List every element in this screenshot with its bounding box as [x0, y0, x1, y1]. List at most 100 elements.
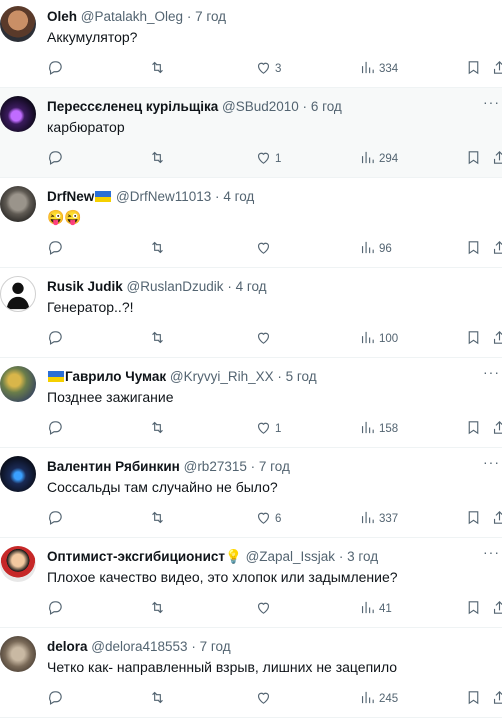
author-name[interactable]: DrfNew	[47, 189, 94, 204]
retweet-icon	[149, 59, 166, 79]
action-bar: 6 337	[47, 509, 502, 529]
reply-item[interactable]: ··· Оптимист-эксгибиционист💡 @Zapal_Issj…	[0, 538, 502, 628]
author-handle[interactable]: @delora418553	[91, 639, 187, 654]
views-button[interactable]: 334	[359, 59, 398, 79]
author-name[interactable]: Перессєленец курільщіка	[47, 99, 218, 114]
timestamp[interactable]: 7 год	[259, 459, 290, 474]
author-handle[interactable]: @Patalakh_Oleg	[81, 9, 183, 24]
retweet-button[interactable]	[149, 419, 166, 439]
timestamp[interactable]: 6 год	[311, 99, 342, 114]
author-handle[interactable]: @RuslanDzudik	[127, 279, 224, 294]
views-button[interactable]: 96	[359, 239, 392, 259]
share-button[interactable]	[491, 149, 502, 169]
share-icon	[491, 149, 502, 169]
retweet-button[interactable]	[149, 239, 166, 259]
like-button[interactable]	[255, 599, 275, 619]
share-button[interactable]	[491, 59, 502, 79]
reply-item[interactable]: DrfNew @DrfNew11013 · 4 год 😜😜 96	[0, 178, 502, 268]
author-name[interactable]: delora	[47, 639, 88, 654]
reply-item[interactable]: ··· Перессєленец курільщіка @SBud2010 · …	[0, 88, 502, 178]
separator-dot: ·	[250, 459, 256, 474]
share-button[interactable]	[491, 419, 502, 439]
retweet-button[interactable]	[149, 689, 166, 709]
timestamp[interactable]: 3 год	[347, 549, 378, 564]
timestamp[interactable]: 7 год	[200, 639, 231, 654]
avatar[interactable]	[0, 546, 36, 582]
avatar[interactable]	[0, 96, 36, 132]
reply-item[interactable]: ··· Валентин Рябинкин @rb27315 · 7 год С…	[0, 448, 502, 538]
timestamp[interactable]: 4 год	[236, 279, 267, 294]
share-button[interactable]	[491, 329, 502, 349]
author-name[interactable]: Валентин Рябинкин	[47, 459, 180, 474]
author-name[interactable]: Оптимист-эксгибиционист💡	[47, 549, 242, 564]
avatar[interactable]	[0, 6, 36, 42]
avatar[interactable]	[0, 636, 36, 672]
retweet-button[interactable]	[149, 149, 166, 169]
like-button[interactable]: 3	[255, 59, 281, 79]
like-button[interactable]	[255, 239, 275, 259]
author-handle[interactable]: @rb27315	[184, 459, 247, 474]
bookmark-button[interactable]	[465, 509, 482, 529]
reply-item[interactable]: delora @delora418553 · 7 год Четко как- …	[0, 628, 502, 718]
like-button[interactable]	[255, 329, 275, 349]
reply-item[interactable]: Oleh @Patalakh_Oleg · 7 год Аккумулятор?…	[0, 0, 502, 88]
views-button[interactable]: 158	[359, 419, 398, 439]
bookmark-button[interactable]	[465, 689, 482, 709]
author-name[interactable]: Гаврило Чумак	[65, 369, 166, 384]
avatar[interactable]	[0, 276, 36, 312]
views-count: 158	[379, 423, 399, 435]
bookmark-button[interactable]	[465, 419, 482, 439]
reply-button[interactable]	[47, 59, 64, 79]
timestamp[interactable]: 4 год	[223, 189, 254, 204]
reply-button[interactable]	[47, 239, 64, 259]
author-handle[interactable]: @Zapal_Issjak	[246, 549, 336, 564]
reply-icon	[47, 239, 64, 259]
author-handle[interactable]: @SBud2010	[222, 99, 299, 114]
timestamp[interactable]: 5 год	[286, 369, 317, 384]
reply-button[interactable]	[47, 149, 64, 169]
share-button[interactable]	[491, 239, 502, 259]
share-button[interactable]	[491, 689, 502, 709]
retweet-button[interactable]	[149, 509, 166, 529]
views-button[interactable]: 100	[359, 329, 398, 349]
bookmark-button[interactable]	[465, 59, 482, 79]
reply-button[interactable]	[47, 689, 64, 709]
views-button[interactable]: 41	[359, 599, 392, 619]
action-bar: 96	[47, 239, 502, 259]
reply-button[interactable]	[47, 329, 64, 349]
share-button[interactable]	[491, 599, 502, 619]
bookmark-button[interactable]	[465, 239, 482, 259]
avatar[interactable]	[0, 456, 36, 492]
bookmark-button[interactable]	[465, 599, 482, 619]
reply-item[interactable]: ··· Гаврило Чумак @Kryvyi_Rih_XX · 5 год…	[0, 358, 502, 448]
action-bar: 100	[47, 329, 502, 349]
like-button[interactable]: 1	[255, 149, 281, 169]
views-button[interactable]: 294	[359, 149, 398, 169]
retweet-button[interactable]	[149, 59, 166, 79]
views-icon	[359, 239, 376, 259]
author-handle[interactable]: @Kryvyi_Rih_XX	[170, 369, 274, 384]
author-name[interactable]: Rusik Judik	[47, 279, 123, 294]
bookmark-icon	[465, 419, 482, 439]
retweet-button[interactable]	[149, 599, 166, 619]
timestamp[interactable]: 7 год	[195, 9, 226, 24]
reply-button[interactable]	[47, 599, 64, 619]
views-button[interactable]: 337	[359, 509, 398, 529]
author-name[interactable]: Oleh	[47, 9, 77, 24]
like-button[interactable]: 1	[255, 419, 281, 439]
avatar[interactable]	[0, 366, 36, 402]
reply-item[interactable]: Rusik Judik @RuslanDzudik · 4 год Генера…	[0, 268, 502, 358]
bookmark-button[interactable]	[465, 149, 482, 169]
bookmark-button[interactable]	[465, 329, 482, 349]
avatar[interactable]	[0, 186, 36, 222]
author-handle[interactable]: @DrfNew11013	[116, 189, 211, 204]
like-button[interactable]	[255, 689, 275, 709]
like-button[interactable]: 6	[255, 509, 281, 529]
share-button[interactable]	[491, 509, 502, 529]
retweet-button[interactable]	[149, 329, 166, 349]
views-button[interactable]: 245	[359, 689, 398, 709]
action-bar: 41	[47, 599, 502, 619]
reply-button[interactable]	[47, 419, 64, 439]
reply-button[interactable]	[47, 509, 64, 529]
reply-text: Плохое качество видео, это хлопок или за…	[47, 569, 398, 585]
